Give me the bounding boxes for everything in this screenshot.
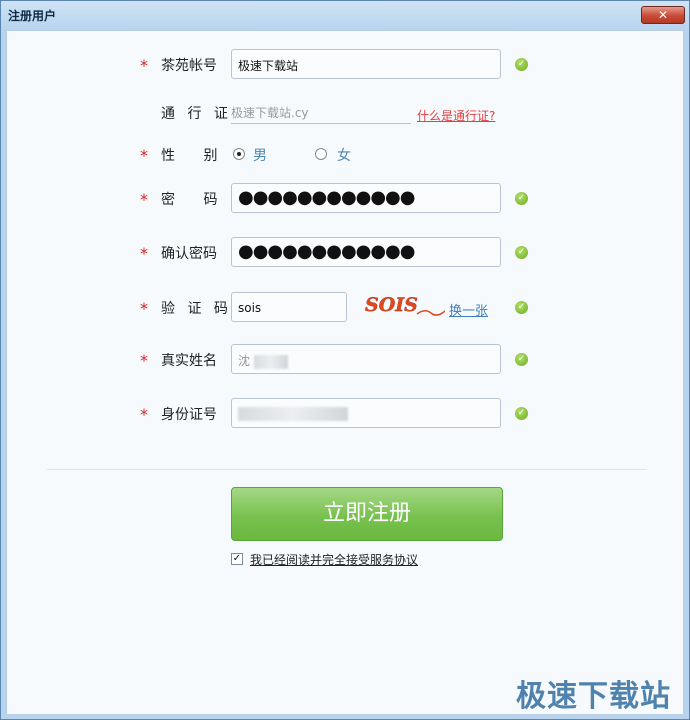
required-mark: *: [140, 405, 148, 424]
window-title: 注册用户: [8, 9, 57, 23]
gender-label: 性 别: [161, 148, 230, 164]
check-ok-icon: ✓: [515, 58, 528, 71]
realname-row: * 真实姓名 沈 ✓: [7, 344, 685, 376]
required-mark: *: [140, 56, 148, 75]
pass-input[interactable]: 极速下载站.cy: [231, 102, 411, 124]
gender-male-label[interactable]: 男: [253, 145, 267, 165]
realname-input[interactable]: 沈: [231, 344, 501, 374]
required-mark: *: [140, 146, 148, 165]
password-input[interactable]: ●●●●●●●●●●●●: [231, 183, 501, 213]
redacted-text: [253, 354, 288, 369]
idcard-row: * 身份证号 ✓: [7, 398, 685, 430]
required-mark: *: [140, 244, 148, 263]
change-captcha-link[interactable]: 换一张: [449, 300, 488, 319]
check-ok-icon: ✓: [515, 353, 528, 366]
captcha-label: 验 证 码: [161, 301, 232, 317]
check-ok-icon: ✓: [515, 246, 528, 259]
idcard-label: 身份证号: [161, 407, 217, 423]
gender-row: * 性 别 男 女: [7, 139, 685, 171]
register-window: 注册用户 ✕ * 茶苑帐号 极速下载站 ✓ 通 行 证 极速下载站.cy 什么是…: [0, 0, 690, 720]
realname-visible-char: 沈: [238, 354, 251, 368]
watermark-logo: 极速下载站: [516, 679, 671, 714]
agreement-row: ✓ 我已经阅读并完全接受服务协议: [231, 551, 491, 569]
realname-label: 真实姓名: [161, 353, 217, 369]
idcard-input[interactable]: [231, 398, 501, 428]
agreement-link[interactable]: 我已经阅读并完全接受服务协议: [250, 551, 418, 568]
redacted-text: [238, 406, 348, 421]
captcha-input[interactable]: sois: [231, 292, 347, 322]
captcha-row: * 验 证 码 sois SOIS 换一张 ✓: [7, 292, 685, 324]
required-mark: *: [140, 351, 148, 370]
close-button[interactable]: ✕: [641, 6, 685, 24]
account-input[interactable]: 极速下载站: [231, 49, 501, 79]
register-button[interactable]: 立即注册: [231, 487, 503, 541]
captcha-image[interactable]: SOIS: [361, 292, 445, 320]
what-is-pass-link[interactable]: 什么是通行证?: [417, 107, 495, 124]
required-mark: *: [140, 190, 148, 209]
confirm-password-row: * 确认密码 ●●●●●●●●●●●● ✓: [7, 237, 685, 269]
gender-female-radio[interactable]: [315, 148, 327, 160]
password-label: 密 码: [161, 192, 230, 208]
confirm-password-input[interactable]: ●●●●●●●●●●●●: [231, 237, 501, 267]
gender-female-label[interactable]: 女: [337, 145, 351, 165]
check-ok-icon: ✓: [515, 301, 528, 314]
pass-row: 通 行 证 极速下载站.cy 什么是通行证?: [7, 97, 685, 129]
pass-label: 通 行 证: [161, 106, 232, 122]
gender-male-radio[interactable]: [233, 148, 245, 160]
divider: [47, 469, 647, 470]
form-area: * 茶苑帐号 极速下载站 ✓ 通 行 证 极速下载站.cy 什么是通行证? * …: [6, 30, 684, 715]
captcha-text: SOIS: [365, 294, 418, 316]
account-row: * 茶苑帐号 极速下载站 ✓: [7, 49, 685, 81]
password-row: * 密 码 ●●●●●●●●●●●● ✓: [7, 183, 685, 215]
account-label: 茶苑帐号: [161, 58, 217, 74]
title-bar[interactable]: 注册用户 ✕: [1, 1, 689, 29]
confirm-password-label: 确认密码: [161, 246, 217, 262]
check-ok-icon: ✓: [515, 407, 528, 420]
required-mark: *: [140, 299, 148, 318]
check-ok-icon: ✓: [515, 192, 528, 205]
agreement-checkbox[interactable]: ✓: [231, 553, 243, 565]
